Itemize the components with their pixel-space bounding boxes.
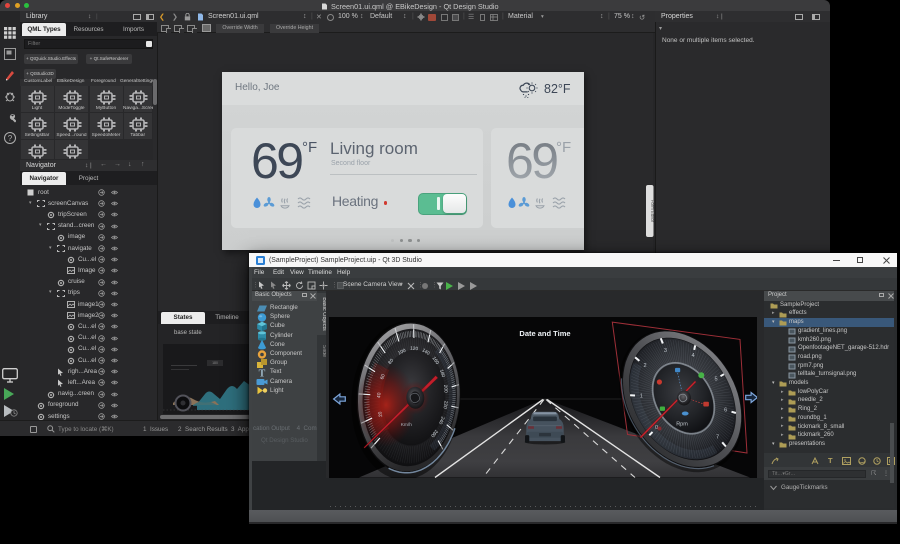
svg-text:120: 120 <box>410 346 419 353</box>
svg-text:4: 4 <box>691 353 694 359</box>
svg-text:5: 5 <box>715 376 718 382</box>
svg-text:6: 6 <box>724 408 727 414</box>
svg-text:200: 200 <box>442 385 449 394</box>
svg-text:Rpm: Rpm <box>676 422 688 428</box>
svg-text:40: 40 <box>376 392 382 398</box>
svg-text:Date and Time: Date and Time <box>519 329 570 338</box>
svg-text:2: 2 <box>644 363 647 369</box>
svg-text:Form Editor: Form Editor <box>650 200 653 223</box>
svg-text:3: 3 <box>664 348 667 354</box>
svg-text:Km/h: Km/h <box>401 422 413 428</box>
svg-text:1: 1 <box>640 393 643 399</box>
svg-text:7: 7 <box>716 434 719 440</box>
